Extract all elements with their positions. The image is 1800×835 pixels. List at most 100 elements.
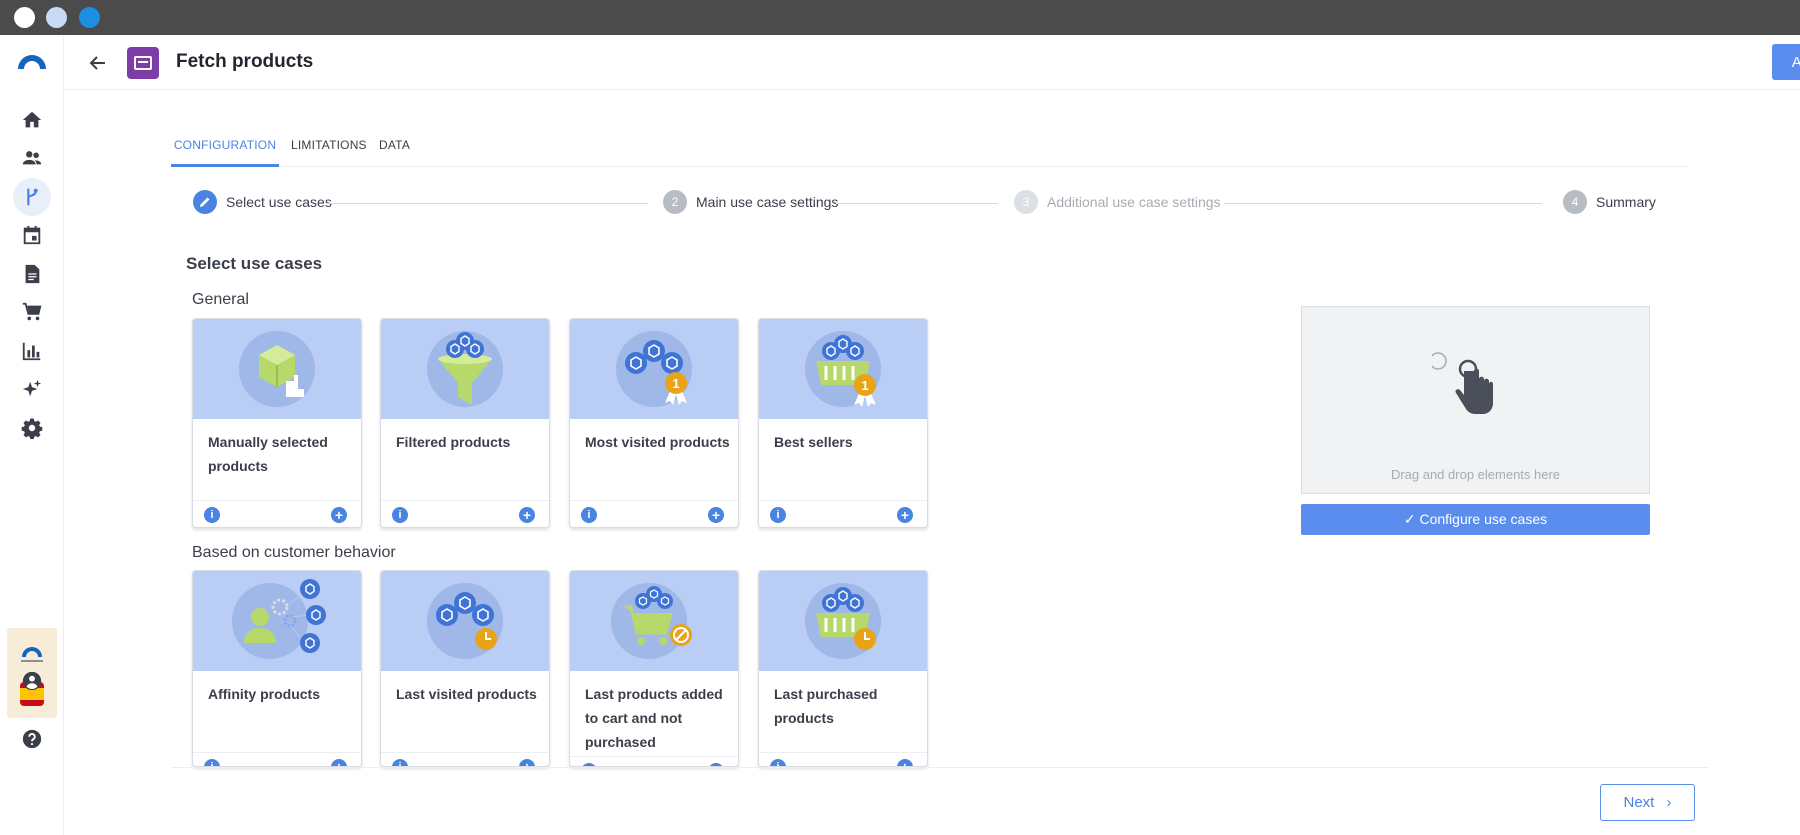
sidebar-item-chart[interactable]: [13, 332, 51, 370]
add-button[interactable]: +: [897, 507, 913, 523]
sidebar-item-flow[interactable]: [13, 178, 51, 216]
use-case-card-best-sellers[interactable]: 1 Best sellers i +: [758, 318, 928, 528]
add-button[interactable]: +: [331, 507, 347, 523]
page-header: Fetch products Apply: [64, 35, 1800, 90]
drop-zone[interactable]: Drag and drop elements here: [1301, 306, 1650, 494]
window-minimize-dot[interactable]: [46, 7, 67, 28]
chart-icon: [22, 342, 41, 361]
document-icon: [25, 264, 40, 284]
info-button[interactable]: i: [770, 507, 786, 523]
card-title: Last purchased products: [774, 686, 878, 726]
next-button[interactable]: Next ›: [1600, 784, 1695, 821]
step-2-label[interactable]: Main use case settings: [696, 194, 838, 210]
step-3-circle: 3: [1014, 190, 1038, 214]
use-case-card-manually-selected[interactable]: Manually selected products i +: [192, 318, 362, 528]
flow-icon: [27, 188, 38, 206]
add-button[interactable]: +: [331, 759, 347, 766]
sidebar-item-sparkle[interactable]: [13, 370, 51, 408]
info-button[interactable]: i: [204, 759, 220, 766]
info-button[interactable]: i: [204, 507, 220, 523]
pencil-icon: [200, 197, 210, 207]
sidebar-item-document[interactable]: [13, 255, 51, 293]
info-button[interactable]: i: [392, 507, 408, 523]
sidebar-item-settings[interactable]: [13, 409, 51, 447]
app-logo-icon[interactable]: [16, 52, 48, 70]
back-button[interactable]: [83, 48, 113, 78]
chevron-right-icon: ›: [1666, 794, 1672, 811]
person-gears-icon: [232, 579, 326, 659]
home-icon: [22, 111, 42, 128]
funnel-boxes-icon: [427, 331, 503, 407]
info-button[interactable]: i: [770, 759, 786, 766]
card-title: Filtered products: [396, 434, 511, 450]
add-button[interactable]: +: [897, 759, 913, 766]
step-connector: [836, 203, 998, 204]
info-button[interactable]: i: [581, 507, 597, 523]
configure-use-cases-button[interactable]: ✓ Configure use cases: [1301, 504, 1650, 535]
box-hand-icon: [239, 331, 315, 407]
section-title: Select use cases: [186, 254, 323, 273]
drag-hand-icon: [1432, 352, 1493, 414]
use-case-card-affinity[interactable]: Affinity products i +: [192, 570, 362, 767]
drop-zone-text: Drag and drop elements here: [1390, 467, 1561, 482]
footer-divider: [171, 767, 1708, 768]
use-case-card-most-visited[interactable]: 1 Most visited products i +: [569, 318, 739, 528]
window-close-dot[interactable]: [14, 7, 35, 28]
stepper: Select use cases 2 Main use case setting…: [193, 190, 1656, 216]
boxes-clock-icon: [427, 583, 503, 659]
tab-limitations[interactable]: LIMITATIONS: [291, 125, 367, 167]
use-case-card-filtered[interactable]: Filtered products i +: [380, 318, 550, 528]
page-title: Fetch products: [176, 51, 314, 72]
basket-medal-icon: 1: [805, 331, 881, 407]
add-button[interactable]: +: [519, 759, 535, 766]
step-2-circle[interactable]: 2: [663, 190, 687, 214]
group-label-general: General: [192, 291, 249, 308]
window-titlebar: [0, 0, 1800, 35]
sidebar-item-account[interactable]: [13, 662, 51, 700]
arrow-left-icon: [89, 56, 105, 70]
sparkle-icon: [22, 379, 42, 397]
step-4-label[interactable]: Summary: [1596, 194, 1656, 210]
step-3-label: Additional use case settings: [1047, 194, 1221, 210]
card-title: Manually selected products: [208, 434, 328, 474]
sidebar-item-home[interactable]: [13, 101, 51, 139]
account-circle-icon: [22, 671, 42, 691]
gear-icon: [21, 418, 43, 439]
tab-data[interactable]: DATA: [379, 125, 410, 167]
fetch-products-node-icon: [127, 47, 159, 79]
calendar-icon: [23, 225, 41, 245]
step-4-circle[interactable]: 4: [1563, 190, 1587, 214]
check-icon: ✓: [1403, 511, 1416, 527]
step-1-label[interactable]: Select use cases: [226, 194, 332, 210]
use-case-card-last-visited[interactable]: Last visited products i +: [380, 570, 550, 767]
apply-button[interactable]: Apply: [1772, 44, 1800, 80]
group-label-customer-behavior: Based on customer behavior: [192, 544, 396, 561]
boxes-medal-icon: 1: [616, 331, 692, 407]
card-title: Last visited products: [396, 686, 537, 702]
use-case-card-abandoned-cart[interactable]: Last products added to cart and not purc…: [569, 570, 739, 767]
basket-clock-icon: [805, 583, 881, 659]
step-connector: [1224, 203, 1542, 204]
step-1-circle[interactable]: [193, 190, 217, 214]
sidebar-item-people[interactable]: [13, 139, 51, 177]
add-button[interactable]: +: [519, 507, 535, 523]
card-title: Best sellers: [774, 434, 853, 450]
sidebar-item-cart[interactable]: [13, 293, 51, 331]
sidebar-item-help[interactable]: [13, 720, 51, 758]
cart-icon: [22, 302, 42, 321]
svg-text:1: 1: [672, 376, 679, 391]
people-icon: [22, 151, 42, 165]
step-connector: [327, 203, 648, 204]
sidebar-item-calendar[interactable]: [13, 216, 51, 254]
tab-bar: CONFIGURATION LIMITATIONS DATA: [171, 125, 1688, 167]
card-title: Most visited products: [585, 434, 730, 450]
help-icon: [22, 729, 42, 749]
add-button[interactable]: +: [708, 507, 724, 523]
window-maximize-dot[interactable]: [79, 7, 100, 28]
use-case-card-last-purchased[interactable]: Last purchased products i +: [758, 570, 928, 767]
tab-configuration[interactable]: CONFIGURATION: [171, 125, 279, 167]
card-title: Affinity products: [208, 686, 320, 702]
svg-text:1: 1: [861, 378, 868, 393]
cart-blocked-icon: [611, 583, 692, 659]
info-button[interactable]: i: [392, 759, 408, 766]
